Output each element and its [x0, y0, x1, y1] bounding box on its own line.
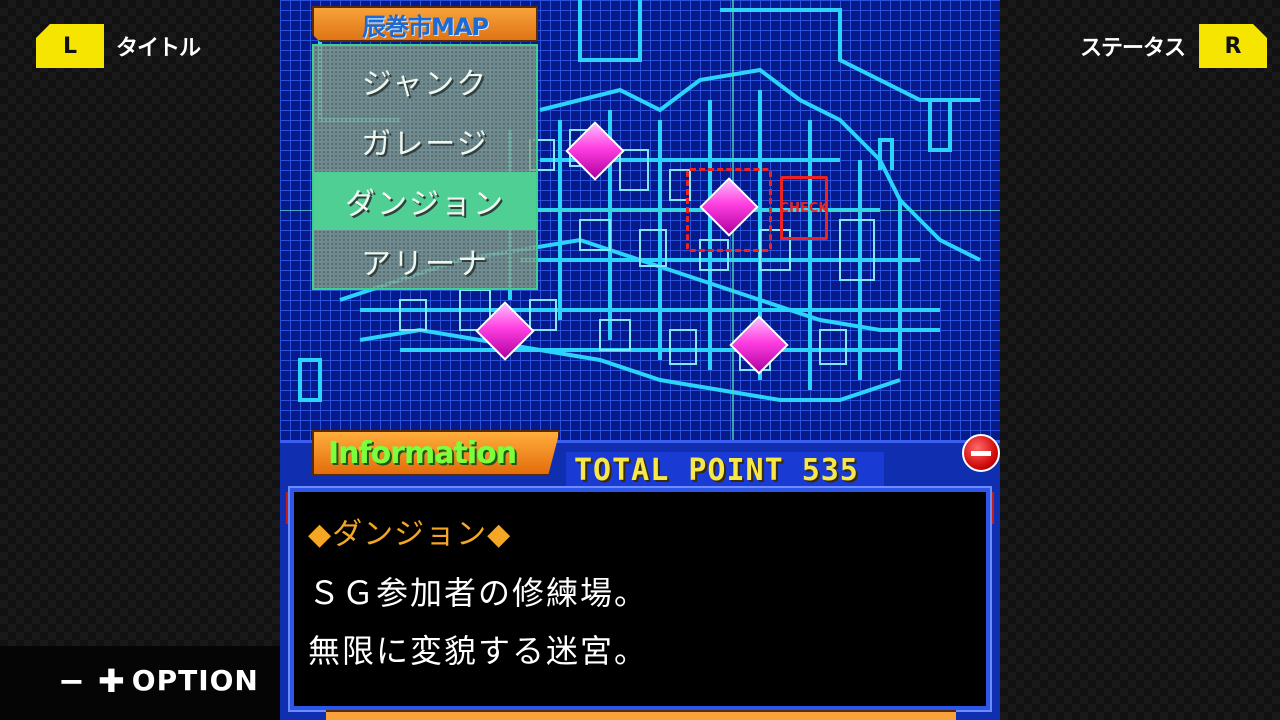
- description-line: ＳＧ参加者の修練場。: [308, 574, 649, 612]
- location-item-garage[interactable]: ガレージ: [314, 112, 536, 170]
- city-map[interactable]: CHECK 辰巻市MAP ジャンク ガレージ ダンジョン アリーナ: [280, 0, 1000, 440]
- option-label: OPTION: [131, 664, 259, 697]
- game-screen: CHECK 辰巻市MAP ジャンク ガレージ ダンジョン アリーナ Inform…: [280, 0, 1000, 720]
- info-tab: Information: [312, 430, 560, 476]
- cursor-sign: CHECK: [780, 176, 828, 240]
- close-icon[interactable]: [962, 434, 1000, 472]
- location-heading: ◆ダンジョン◆: [308, 517, 512, 552]
- right-border-panel: [1000, 0, 1280, 720]
- location-item-arena[interactable]: アリーナ: [314, 232, 536, 290]
- total-point-label: TOTAL POINT: [574, 452, 784, 488]
- location-menu[interactable]: ジャンク ガレージ ダンジョン アリーナ: [312, 44, 538, 290]
- total-point-value: 535: [801, 452, 859, 488]
- title-shortcut[interactable]: L タイトル: [36, 24, 201, 68]
- status-shortcut[interactable]: ステータス R: [1080, 24, 1267, 68]
- map-title: 辰巻市MAP: [312, 6, 538, 42]
- location-item-junk[interactable]: ジャンク: [314, 52, 536, 110]
- left-border-panel: [0, 0, 280, 720]
- map-cursor: [686, 168, 772, 252]
- minus-plus-icon: − ✚: [58, 661, 126, 700]
- description-box: ◆ダンジョン◆ ＳＧ参加者の修練場。 無限に変貌する迷宮。: [288, 486, 992, 712]
- option-button[interactable]: − ✚ OPTION: [58, 664, 259, 697]
- location-item-dungeon[interactable]: ダンジョン: [314, 172, 536, 230]
- title-shortcut-label: タイトル: [116, 36, 201, 61]
- footer-strip: [326, 710, 956, 720]
- total-point: TOTAL POINT 535: [566, 452, 884, 490]
- status-shortcut-label: ステータス: [1080, 36, 1186, 61]
- description-line: 無限に変貌する迷宮。: [308, 632, 649, 670]
- r-button-icon[interactable]: R: [1199, 24, 1267, 68]
- l-button-icon[interactable]: L: [36, 24, 104, 68]
